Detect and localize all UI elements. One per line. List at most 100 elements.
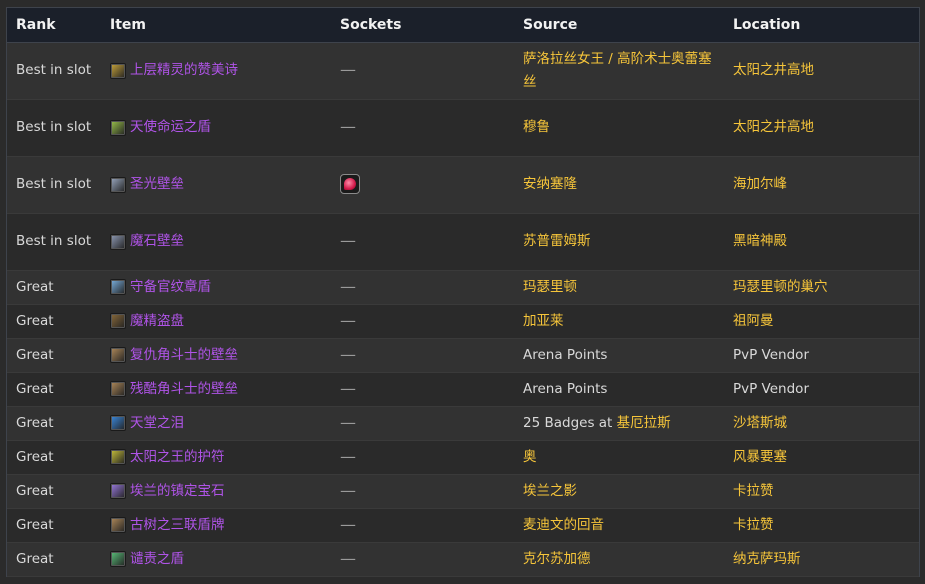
location-link[interactable]: 太阳之井高地 xyxy=(733,119,814,135)
item-link-wrapper: 魔精盗盘 xyxy=(110,310,325,333)
crest-shield-icon[interactable] xyxy=(110,279,126,295)
empty-socket-dash: — xyxy=(340,514,356,534)
source-prefix: 25 Badges at xyxy=(523,414,617,431)
header-location[interactable]: Location xyxy=(724,8,919,43)
item-link[interactable]: 圣光壁垒 xyxy=(130,173,184,196)
source-link[interactable]: 基厄拉斯 xyxy=(617,415,671,431)
item-cell: 谴责之盾 xyxy=(101,542,331,576)
triple-shield-icon[interactable] xyxy=(110,517,126,533)
table-row: Great 天堂之泪 —25 Badges at 基厄拉斯 沙塔斯城 xyxy=(7,406,919,440)
source-link[interactable]: 萨洛拉丝女王 / 高阶术士奥蕾塞丝 xyxy=(523,51,712,90)
source-link[interactable]: 玛瑟里顿 xyxy=(523,279,577,295)
location-text: PvP Vendor xyxy=(733,380,809,397)
source-link[interactable]: 穆鲁 xyxy=(523,119,550,135)
gladiator-shield-icon[interactable] xyxy=(110,347,126,363)
item-link-wrapper: 圣光壁垒 xyxy=(110,173,325,196)
item-link[interactable]: 天堂之泪 xyxy=(130,412,184,435)
table-row: Best in slot 天使命运之盾 — 穆鲁 太阳之井高地 xyxy=(7,99,919,156)
source-link[interactable]: 克尔苏加德 xyxy=(523,551,591,567)
header-sockets[interactable]: Sockets xyxy=(331,8,514,43)
location-link[interactable]: 沙塔斯城 xyxy=(733,415,787,431)
source-cell: 苏普雷姆斯 xyxy=(514,213,724,270)
feather-shield-icon[interactable] xyxy=(110,119,126,136)
item-cell: 魔石壁垒 xyxy=(101,213,331,270)
header-source[interactable]: Source xyxy=(514,8,724,43)
charm-icon[interactable] xyxy=(110,449,126,465)
location-cell: PvP Vendor xyxy=(724,338,919,372)
location-link[interactable]: 风暴要塞 xyxy=(733,449,787,465)
empty-socket-dash: — xyxy=(340,117,356,136)
location-link[interactable]: 太阳之井高地 xyxy=(733,62,814,78)
source-cell: 奥 xyxy=(514,440,724,474)
location-cell: 玛瑟里顿的巢穴 xyxy=(724,270,919,304)
gladiator-shield-icon[interactable] xyxy=(110,381,126,397)
socket-cell: — xyxy=(331,270,514,304)
table-row: Best in slot 魔石壁垒 — 苏普雷姆斯 黑暗神殿 xyxy=(7,213,919,270)
item-link[interactable]: 残酷角斗士的壁垒 xyxy=(130,378,238,401)
gem-icon[interactable] xyxy=(110,483,126,499)
rank-cell: Best in slot xyxy=(16,62,92,78)
item-link[interactable]: 上层精灵的赞美诗 xyxy=(130,59,238,82)
item-link[interactable]: 复仇角斗士的壁垒 xyxy=(130,344,238,367)
source-link[interactable]: 奥 xyxy=(523,449,537,465)
source-link[interactable]: 苏普雷姆斯 xyxy=(523,233,591,249)
shield-icon[interactable] xyxy=(110,176,126,193)
location-link[interactable]: 卡拉赞 xyxy=(733,517,774,533)
table-row: Great 魔精盗盘 — 加亚莱 祖阿曼 xyxy=(7,304,919,338)
bis-table-container: Rank Item Sockets Source Location Best i… xyxy=(6,7,920,577)
shield-icon[interactable] xyxy=(110,233,126,250)
table-row: Great 谴责之盾 — 克尔苏加德 纳克萨玛斯 xyxy=(7,542,919,576)
book-icon[interactable] xyxy=(110,62,126,79)
item-link[interactable]: 埃兰的镇定宝石 xyxy=(130,480,225,503)
item-link[interactable]: 魔石壁垒 xyxy=(130,230,184,253)
item-link-wrapper: 复仇角斗士的壁垒 xyxy=(110,344,325,367)
item-cell: 天使命运之盾 xyxy=(101,99,331,156)
item-cell: 埃兰的镇定宝石 xyxy=(101,474,331,508)
item-link[interactable]: 魔精盗盘 xyxy=(130,310,184,333)
header-rank[interactable]: Rank xyxy=(7,8,101,43)
source-text: Arena Points xyxy=(523,380,608,397)
item-cell: 复仇角斗士的壁垒 xyxy=(101,338,331,372)
location-link[interactable]: 海加尔峰 xyxy=(733,176,787,192)
source-cell: 穆鲁 xyxy=(514,99,724,156)
header-item[interactable]: Item xyxy=(101,8,331,43)
item-cell: 圣光壁垒 xyxy=(101,156,331,213)
empty-socket-dash: — xyxy=(340,480,356,500)
item-link[interactable]: 谴责之盾 xyxy=(130,548,184,571)
disc-icon[interactable] xyxy=(110,313,126,329)
location-link[interactable]: 黑暗神殿 xyxy=(733,233,787,249)
green-shield-icon[interactable] xyxy=(110,551,126,567)
orb-icon[interactable] xyxy=(110,415,126,431)
rank-cell: Best in slot xyxy=(16,233,92,249)
table-header-row: Rank Item Sockets Source Location xyxy=(7,8,919,43)
item-link[interactable]: 守备官纹章盾 xyxy=(130,276,211,299)
source-link[interactable]: 安纳塞隆 xyxy=(523,176,577,192)
rank-cell: Great xyxy=(16,516,54,533)
source-link[interactable]: 麦迪文的回音 xyxy=(523,517,604,533)
item-link[interactable]: 太阳之王的护符 xyxy=(130,446,225,469)
location-link[interactable]: 卡拉赞 xyxy=(733,483,774,499)
table-row: Great 残酷角斗士的壁垒 — Arena Points PvP Vendor xyxy=(7,372,919,406)
item-link-wrapper: 上层精灵的赞美诗 xyxy=(110,59,325,82)
source-text: Arena Points xyxy=(523,346,608,363)
socket-cell: — xyxy=(331,542,514,576)
empty-socket-dash: — xyxy=(340,60,356,79)
socket-cell: — xyxy=(331,372,514,406)
red-gem-icon[interactable] xyxy=(340,174,360,194)
location-cell: PvP Vendor xyxy=(724,372,919,406)
rank-cell: Great xyxy=(16,312,54,329)
item-link[interactable]: 天使命运之盾 xyxy=(130,116,211,139)
source-cell: 加亚莱 xyxy=(514,304,724,338)
socket-cell: — xyxy=(331,508,514,542)
item-link[interactable]: 古树之三联盾牌 xyxy=(130,514,225,537)
rank-cell: Great xyxy=(16,482,54,499)
item-cell: 魔精盗盘 xyxy=(101,304,331,338)
location-link[interactable]: 纳克萨玛斯 xyxy=(733,551,801,567)
table-row: Great 太阳之王的护符 — 奥 风暴要塞 xyxy=(7,440,919,474)
rank-cell: Great xyxy=(16,414,54,431)
location-link[interactable]: 祖阿曼 xyxy=(733,313,774,329)
source-link[interactable]: 加亚莱 xyxy=(523,313,564,329)
gear-table: Rank Item Sockets Source Location Best i… xyxy=(7,8,919,577)
location-link[interactable]: 玛瑟里顿的巢穴 xyxy=(733,279,828,295)
source-link[interactable]: 埃兰之影 xyxy=(523,483,577,499)
